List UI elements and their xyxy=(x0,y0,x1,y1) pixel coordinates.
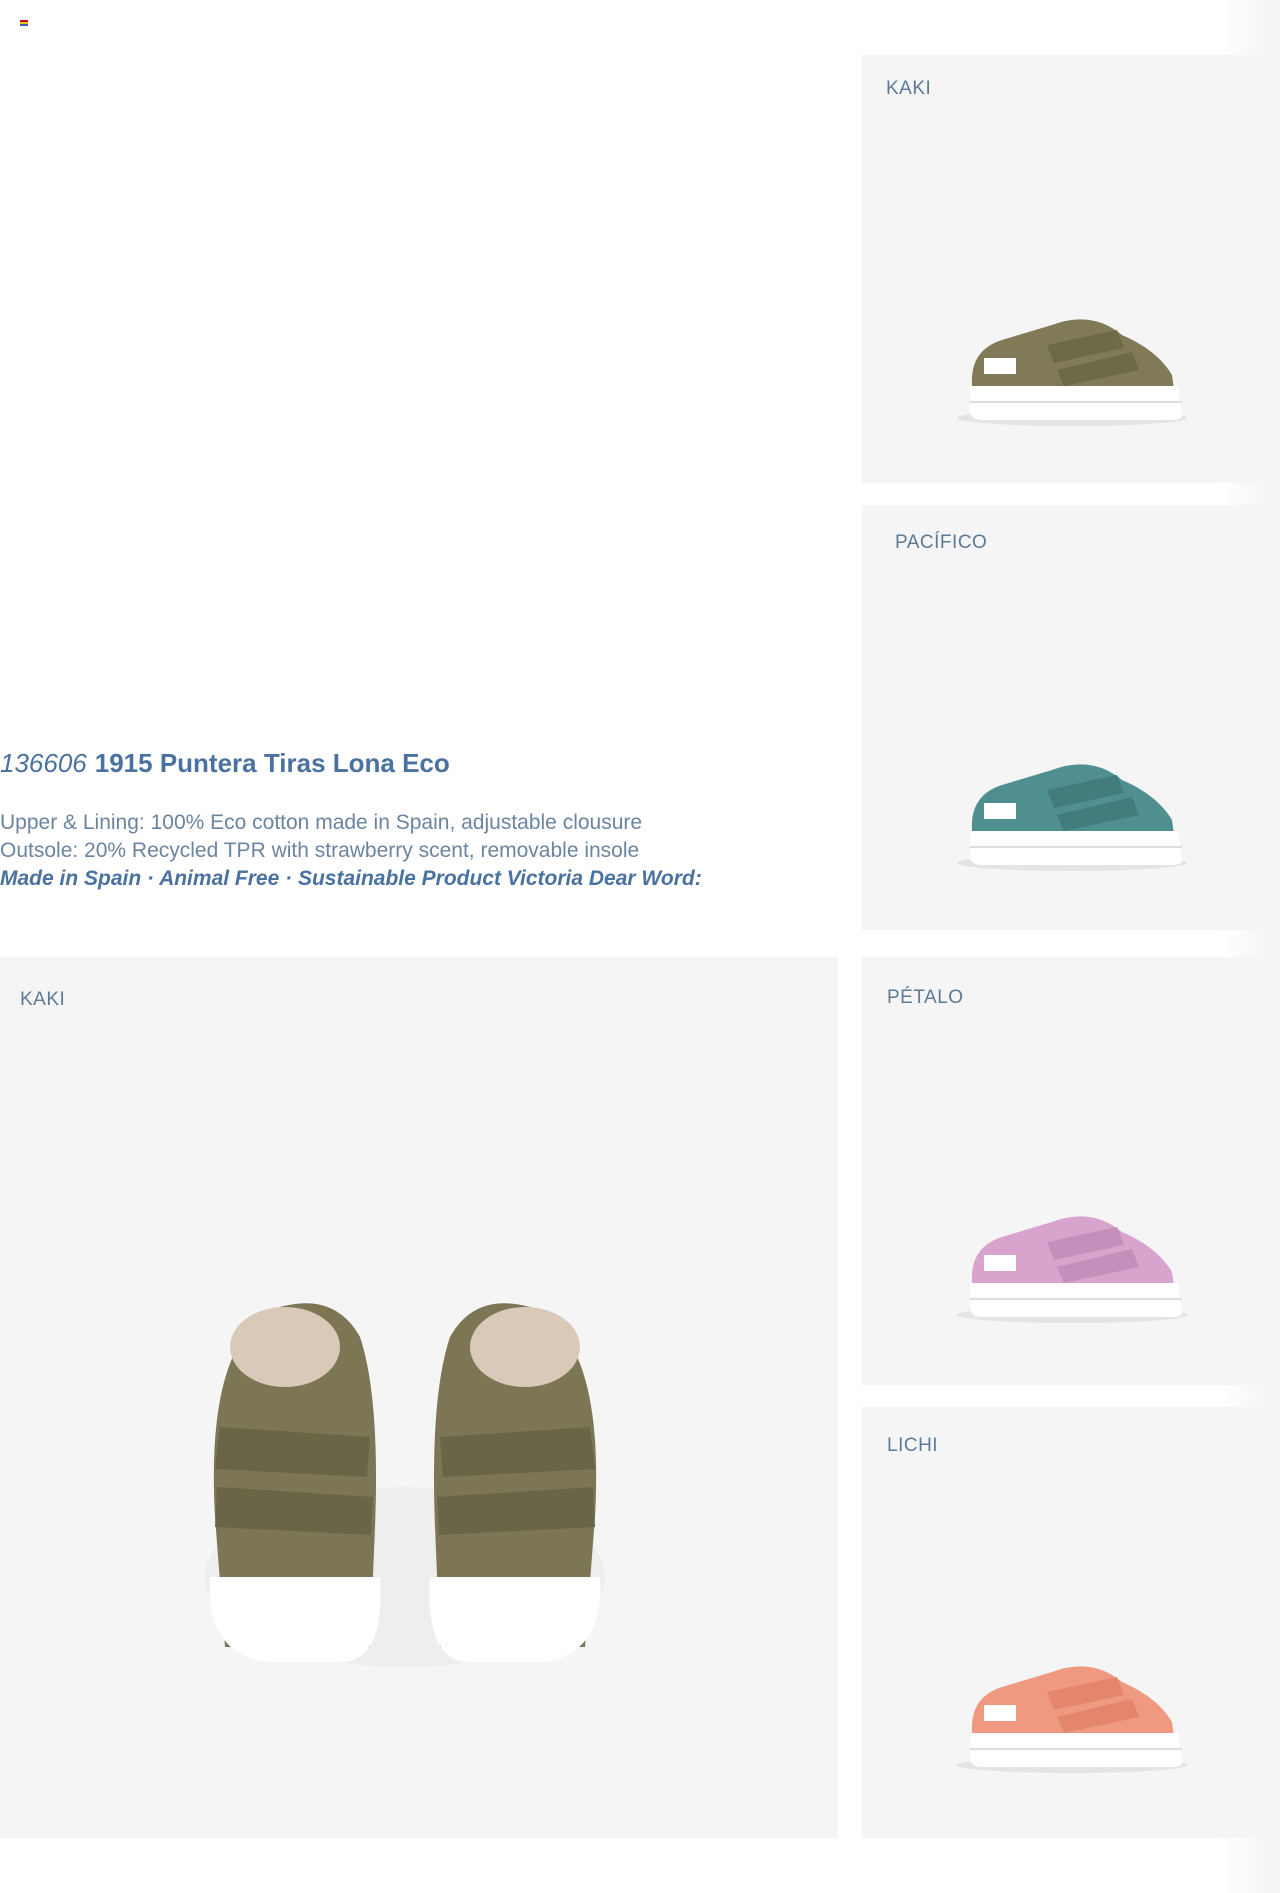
variant-label: PÉTALO xyxy=(887,987,964,1008)
variant-label: LICHI xyxy=(887,1435,939,1456)
shoe-side-photo xyxy=(957,764,1187,871)
variant-card-pacifico[interactable]: PACÍFICO xyxy=(862,505,1268,930)
shoe-pair-top-photo xyxy=(205,1303,605,1667)
product-description: Upper & Lining: 100% Eco cotton made in … xyxy=(0,809,820,893)
product-code: 136606 xyxy=(0,748,87,778)
features-line: Made in Spain · Animal Free · Sustainabl… xyxy=(0,867,702,890)
variant-card-lichi[interactable]: LICHI xyxy=(862,1407,1268,1838)
variant-card-petalo[interactable]: PÉTALO xyxy=(862,957,1268,1385)
main-photo-kaki[interactable]: KAKI xyxy=(0,957,838,1838)
spain-flag-icon[interactable] xyxy=(20,20,28,26)
outsole-line: Outsole: 20% Recycled TPR with strawberr… xyxy=(0,839,640,862)
product-name: 1915 Puntera Tiras Lona Eco xyxy=(94,748,450,778)
product-title: 136606 1915 Puntera Tiras Lona Eco xyxy=(0,748,820,779)
catalog-page: KAKI PACÍFICO 136606 1915 Puntera Tiras L… xyxy=(0,0,1280,1893)
variant-label: KAKI xyxy=(20,989,66,1010)
variant-label: PACÍFICO xyxy=(895,532,988,553)
shoe-side-photo xyxy=(957,1216,1187,1323)
variant-label: KAKI xyxy=(886,78,932,99)
variant-card-kaki[interactable]: KAKI xyxy=(862,55,1268,483)
shoe-side-photo xyxy=(957,1666,1187,1773)
upper-lining-line: Upper & Lining: 100% Eco cotton made in … xyxy=(0,811,643,834)
shoe-side-photo xyxy=(957,319,1187,426)
product-info: 136606 1915 Puntera Tiras Lona Eco Upper … xyxy=(0,748,820,893)
